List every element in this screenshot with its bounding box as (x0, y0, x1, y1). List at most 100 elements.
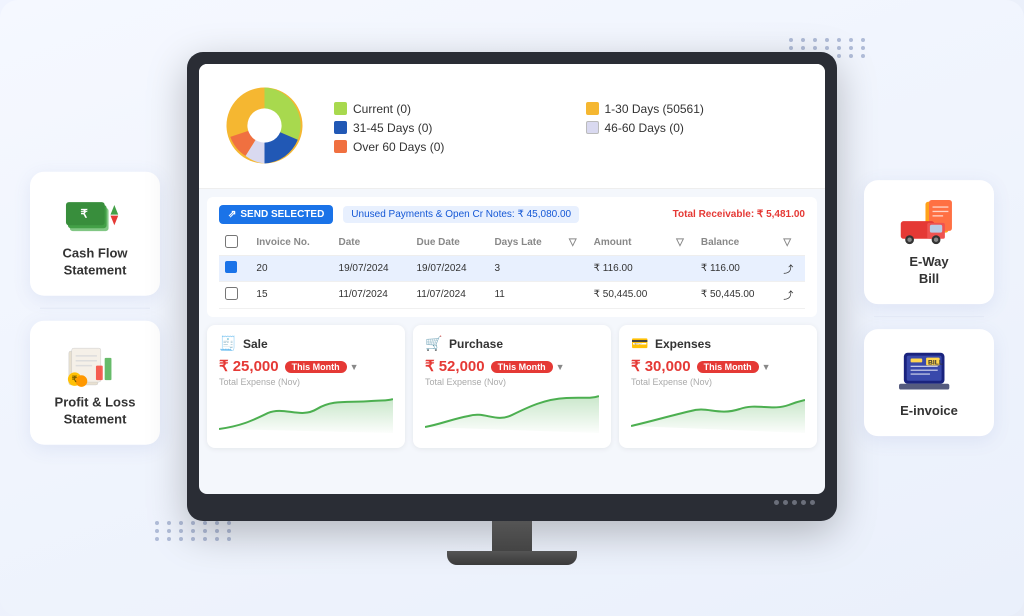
row1-checkbox[interactable] (219, 255, 250, 281)
col-days-late: Days Late (488, 231, 562, 256)
monitor-body: Current (0) 1-30 Days (50561) 31-45 Days… (187, 52, 837, 521)
monitor: Current (0) 1-30 Days (50561) 31-45 Days… (187, 52, 837, 565)
row1-due-date: 19/07/2024 (410, 255, 488, 281)
legend-item-31-45: 31-45 Days (0) (334, 121, 556, 135)
bezel-dot-3 (792, 500, 797, 505)
row1-balance: ₹ 116.00 (695, 255, 777, 281)
cash-flow-label2: Statement (64, 263, 127, 280)
col-filter1: ▽ (563, 231, 588, 256)
profit-loss-label2: Statement (64, 411, 127, 428)
expenses-card-title: Expenses (655, 337, 711, 351)
legend-label-31-45: 31-45 Days (0) (353, 121, 432, 135)
sale-card-icon: 🧾 (219, 335, 237, 353)
sale-card-header: 🧾 Sale (219, 335, 393, 353)
legend-item-1-30: 1-30 Days (50561) (586, 102, 808, 116)
svg-text:BILL: BILL (928, 359, 943, 366)
einvoice-card[interactable]: BILL E-invoice (864, 329, 994, 436)
purchase-card-badge: This Month (491, 361, 553, 373)
row2-share-icon[interactable]: ⤴ (777, 281, 805, 308)
legend-item-current: Current (0) (334, 102, 556, 116)
row2-checkbox[interactable] (219, 281, 250, 308)
purchase-card: 🛒 Purchase ₹ 52,000 This Month ▼ Total E… (413, 325, 611, 448)
sale-card: 🧾 Sale ₹ 25,000 This Month ▼ Total Expen… (207, 325, 405, 448)
col-filter3: ▽ (777, 231, 805, 256)
profit-loss-label1: Profit & Loss (55, 395, 136, 412)
sale-card-sub: Total Expense (Nov) (219, 377, 393, 387)
einvoice-icon: BILL (899, 345, 959, 395)
bezel-dot-2 (783, 500, 788, 505)
legend-label-over60: Over 60 Days (0) (353, 140, 444, 154)
total-receivable-label: Total Receivable: ₹ 5,481.00 (673, 209, 805, 220)
expenses-card-amount: ₹ 30,000 (631, 357, 691, 375)
purchase-card-title: Purchase (449, 337, 503, 351)
col-filter2: ▽ (670, 231, 695, 256)
expenses-card-header: 💳 Expenses (631, 335, 805, 353)
left-sidebar: ₹ Cash Flow Statement (30, 172, 160, 445)
row1-invoice: 20 (250, 255, 332, 281)
send-selected-button[interactable]: ⇗ SEND SELECTED (219, 205, 333, 224)
legend-dot-31-45 (334, 121, 347, 134)
sale-sparkline (219, 391, 393, 433)
row2-days-late: 11 (488, 281, 562, 308)
unused-payments-label: Unused Payments & Open Cr Notes: ₹ 45,08… (343, 206, 579, 223)
sidebar-divider-1 (40, 308, 150, 309)
sale-card-badge: This Month (285, 361, 347, 373)
row1-date: 19/07/2024 (333, 255, 411, 281)
col-invoice: Invoice No. (250, 231, 332, 256)
legend-label-current: Current (0) (353, 102, 411, 116)
send-icon: ⇗ (228, 209, 236, 220)
profit-loss-icon: ₹ (65, 337, 125, 387)
monitor-base (447, 551, 577, 565)
table-toolbar: ⇗ SEND SELECTED Unused Payments & Open C… (219, 205, 805, 224)
legend-dot-46-60 (586, 121, 599, 134)
row1-amount: ₹ 116.00 (588, 255, 670, 281)
screen-top-section: Current (0) 1-30 Days (50561) 31-45 Days… (199, 64, 825, 189)
row2-amount: ₹ 50,445.00 (588, 281, 670, 308)
purchase-card-header: 🛒 Purchase (425, 335, 599, 353)
legend-item-over60: Over 60 Days (0) (334, 140, 556, 154)
row2-due-date: 11/07/2024 (410, 281, 488, 308)
legend-label-1-30: 1-30 Days (50561) (605, 102, 704, 116)
profit-loss-card[interactable]: ₹ Profit & Loss Statement (30, 321, 160, 445)
row1-share-icon[interactable]: ⤴ (777, 255, 805, 281)
row1-days-late: 3 (488, 255, 562, 281)
svg-text:₹: ₹ (80, 208, 88, 221)
expenses-card: 💳 Expenses ₹ 30,000 This Month ▼ Total E… (619, 325, 817, 448)
purchase-card-sub: Total Expense (Nov) (425, 377, 599, 387)
bezel-dot-5 (810, 500, 815, 505)
col-balance: Balance (695, 231, 777, 256)
purchase-sparkline (425, 391, 599, 433)
eway-bill-card[interactable]: E-Way Bill (864, 180, 994, 304)
monitor-neck (492, 521, 532, 551)
legend-label-46-60: 46-60 Days (0) (605, 121, 684, 135)
legend-dot-current (334, 102, 347, 115)
table-row: 15 11/07/2024 11/07/2024 11 ₹ 50,445.00 … (219, 281, 805, 308)
bezel-dot-1 (774, 500, 779, 505)
select-all-checkbox[interactable] (225, 235, 238, 248)
eway-bill-icon (899, 196, 959, 246)
col-date: Date (333, 231, 411, 256)
right-sidebar: E-Way Bill BILL (864, 180, 994, 436)
row2-invoice: 15 (250, 281, 332, 308)
eway-bill-label2: Bill (919, 271, 939, 288)
svg-text:₹: ₹ (72, 374, 78, 384)
row2-balance: ₹ 50,445.00 (695, 281, 777, 308)
expenses-card-badge: This Month (697, 361, 759, 373)
legend-dot-over60 (334, 140, 347, 153)
sale-card-amount: ₹ 25,000 (219, 357, 279, 375)
monitor-screen: Current (0) 1-30 Days (50561) 31-45 Days… (199, 64, 825, 494)
table-header-row: Invoice No. Date Due Date Days Late ▽ Am… (219, 231, 805, 256)
expenses-card-sub: Total Expense (Nov) (631, 377, 805, 387)
expenses-sparkline (631, 391, 805, 433)
purchase-card-amount: ₹ 52,000 (425, 357, 485, 375)
page-container: ₹ Cash Flow Statement (0, 0, 1024, 616)
cash-flow-card[interactable]: ₹ Cash Flow Statement (30, 172, 160, 296)
cash-flow-icon: ₹ (65, 188, 125, 238)
einvoice-label1: E-invoice (900, 403, 958, 420)
table-row: 20 19/07/2024 19/07/2024 3 ₹ 116.00 ₹ 11… (219, 255, 805, 281)
bezel-dot-4 (801, 500, 806, 505)
send-selected-label: SEND SELECTED (240, 209, 324, 220)
col-due-date: Due Date (410, 231, 488, 256)
sidebar-divider-2 (874, 316, 984, 317)
cash-flow-label: Cash Flow (62, 246, 127, 263)
